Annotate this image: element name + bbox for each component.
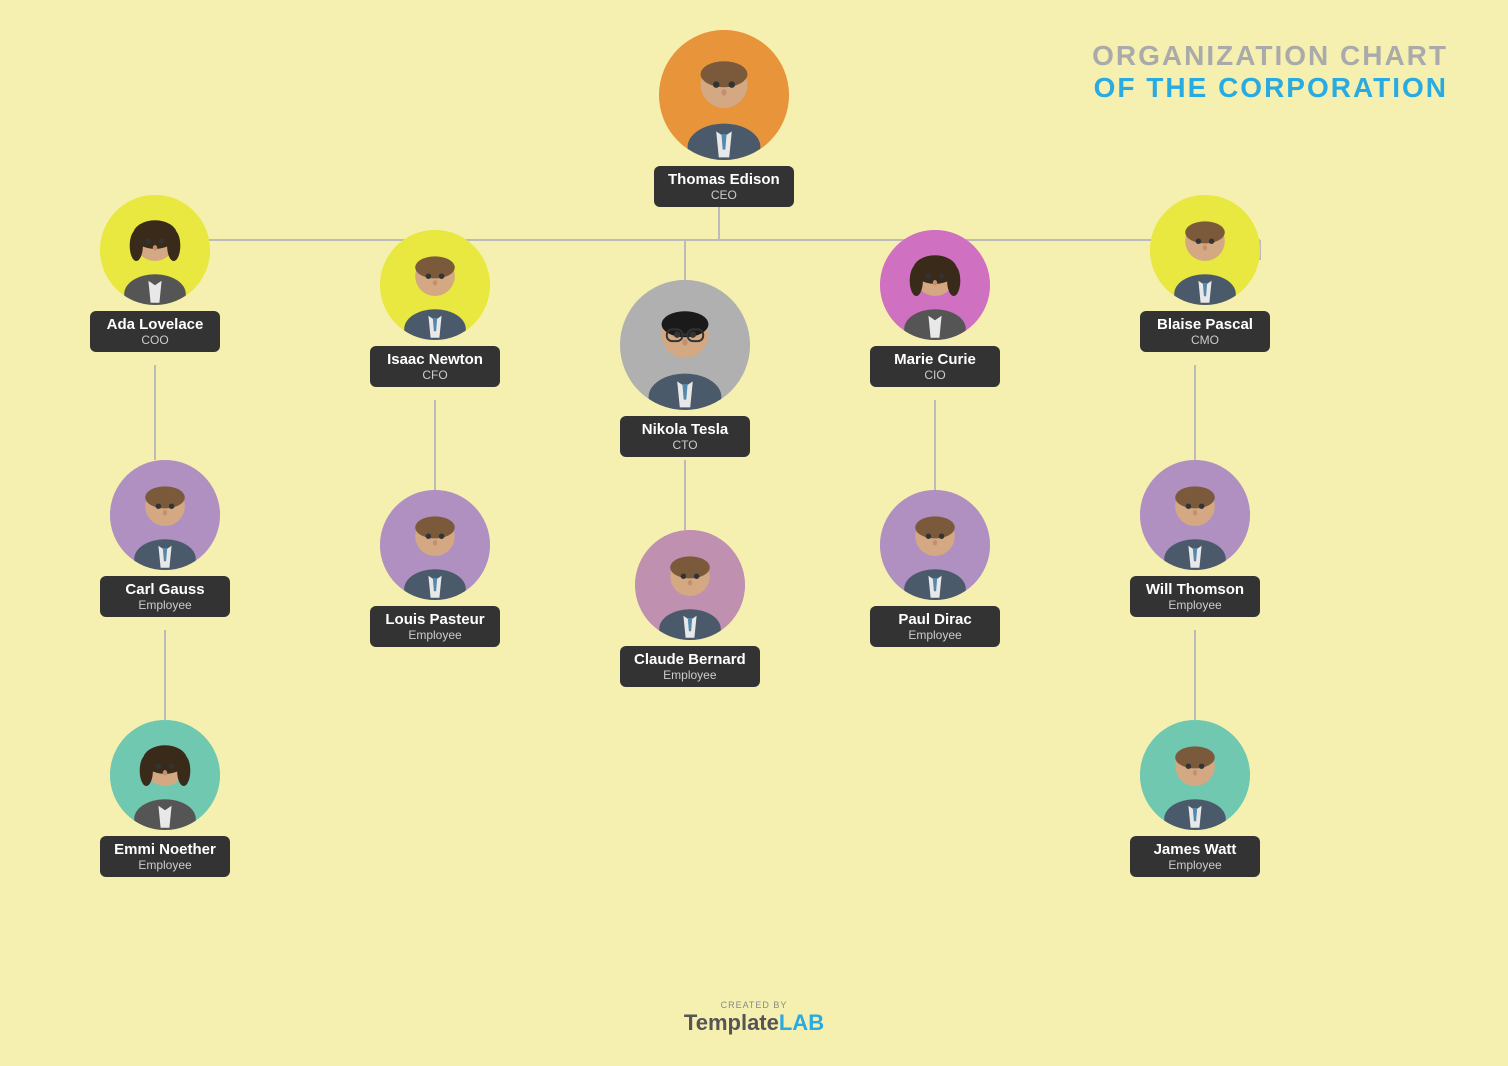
person-role-james-watt: Employee	[1144, 858, 1246, 872]
person-louis-pasteur: Louis PasteurEmployee	[370, 490, 500, 647]
person-name-james-watt: James Watt	[1144, 841, 1246, 858]
person-role-marie-curie: CIO	[884, 368, 986, 382]
name-tag-louis-pasteur: Louis PasteurEmployee	[370, 606, 500, 647]
person-thomas-edison: Thomas EdisonCEO	[654, 30, 794, 207]
person-role-louis-pasteur: Employee	[384, 628, 486, 642]
person-role-will-thomson: Employee	[1144, 598, 1246, 612]
person-james-watt: James WattEmployee	[1130, 720, 1260, 877]
person-emmi-noether: Emmi NoetherEmployee	[100, 720, 230, 877]
avatar-nikola-tesla	[620, 280, 750, 410]
person-isaac-newton: Isaac NewtonCFO	[370, 230, 500, 387]
person-role-ada-lovelace: COO	[104, 333, 206, 347]
name-tag-carl-gauss: Carl GaussEmployee	[100, 576, 230, 617]
person-name-ada-lovelace: Ada Lovelace	[104, 316, 206, 333]
person-claude-bernard: Claude BernardEmployee	[620, 530, 760, 687]
avatar-james-watt	[1140, 720, 1250, 830]
person-name-isaac-newton: Isaac Newton	[384, 351, 486, 368]
person-role-claude-bernard: Employee	[634, 668, 746, 682]
person-blaise-pascal: Blaise PascalCMO	[1140, 195, 1270, 352]
avatar-blaise-pascal	[1150, 195, 1260, 305]
watermark-brand: TemplateLAB	[684, 1010, 824, 1036]
avatar-claude-bernard	[635, 530, 745, 640]
name-tag-emmi-noether: Emmi NoetherEmployee	[100, 836, 230, 877]
name-tag-marie-curie: Marie CurieCIO	[870, 346, 1000, 387]
name-tag-paul-dirac: Paul DiracEmployee	[870, 606, 1000, 647]
avatar-marie-curie	[880, 230, 990, 340]
person-role-blaise-pascal: CMO	[1154, 333, 1256, 347]
person-role-paul-dirac: Employee	[884, 628, 986, 642]
person-role-nikola-tesla: CTO	[634, 438, 736, 452]
person-name-carl-gauss: Carl Gauss	[114, 581, 216, 598]
avatar-louis-pasteur	[380, 490, 490, 600]
person-role-thomas-edison: CEO	[668, 188, 780, 202]
name-tag-thomas-edison: Thomas EdisonCEO	[654, 166, 794, 207]
person-name-blaise-pascal: Blaise Pascal	[1154, 316, 1256, 333]
person-name-claude-bernard: Claude Bernard	[634, 651, 746, 668]
person-carl-gauss: Carl GaussEmployee	[100, 460, 230, 617]
avatar-emmi-noether	[110, 720, 220, 830]
person-role-emmi-noether: Employee	[114, 858, 216, 872]
watermark-brand1: Template	[684, 1010, 779, 1035]
person-name-thomas-edison: Thomas Edison	[668, 171, 780, 188]
watermark: CREATED BY TemplateLAB	[684, 1000, 824, 1036]
person-will-thomson: Will ThomsonEmployee	[1130, 460, 1260, 617]
watermark-brand2: LAB	[779, 1010, 824, 1035]
person-role-carl-gauss: Employee	[114, 598, 216, 612]
avatar-ada-lovelace	[100, 195, 210, 305]
person-name-emmi-noether: Emmi Noether	[114, 841, 216, 858]
avatar-isaac-newton	[380, 230, 490, 340]
watermark-created: CREATED BY	[684, 1000, 824, 1010]
person-paul-dirac: Paul DiracEmployee	[870, 490, 1000, 647]
person-name-nikola-tesla: Nikola Tesla	[634, 421, 736, 438]
name-tag-james-watt: James WattEmployee	[1130, 836, 1260, 877]
name-tag-claude-bernard: Claude BernardEmployee	[620, 646, 760, 687]
avatar-carl-gauss	[110, 460, 220, 570]
person-nikola-tesla: Nikola TeslaCTO	[620, 280, 750, 457]
avatar-paul-dirac	[880, 490, 990, 600]
name-tag-blaise-pascal: Blaise PascalCMO	[1140, 311, 1270, 352]
person-name-paul-dirac: Paul Dirac	[884, 611, 986, 628]
person-name-marie-curie: Marie Curie	[884, 351, 986, 368]
chart-container: Thomas EdisonCEO Ada LovelaceCOO Isaac New…	[0, 0, 1508, 1066]
person-role-isaac-newton: CFO	[384, 368, 486, 382]
name-tag-will-thomson: Will ThomsonEmployee	[1130, 576, 1260, 617]
person-name-louis-pasteur: Louis Pasteur	[384, 611, 486, 628]
name-tag-isaac-newton: Isaac NewtonCFO	[370, 346, 500, 387]
avatar-thomas-edison	[659, 30, 789, 160]
name-tag-ada-lovelace: Ada LovelaceCOO	[90, 311, 220, 352]
person-name-will-thomson: Will Thomson	[1144, 581, 1246, 598]
person-marie-curie: Marie CurieCIO	[870, 230, 1000, 387]
name-tag-nikola-tesla: Nikola TeslaCTO	[620, 416, 750, 457]
person-ada-lovelace: Ada LovelaceCOO	[90, 195, 220, 352]
avatar-will-thomson	[1140, 460, 1250, 570]
